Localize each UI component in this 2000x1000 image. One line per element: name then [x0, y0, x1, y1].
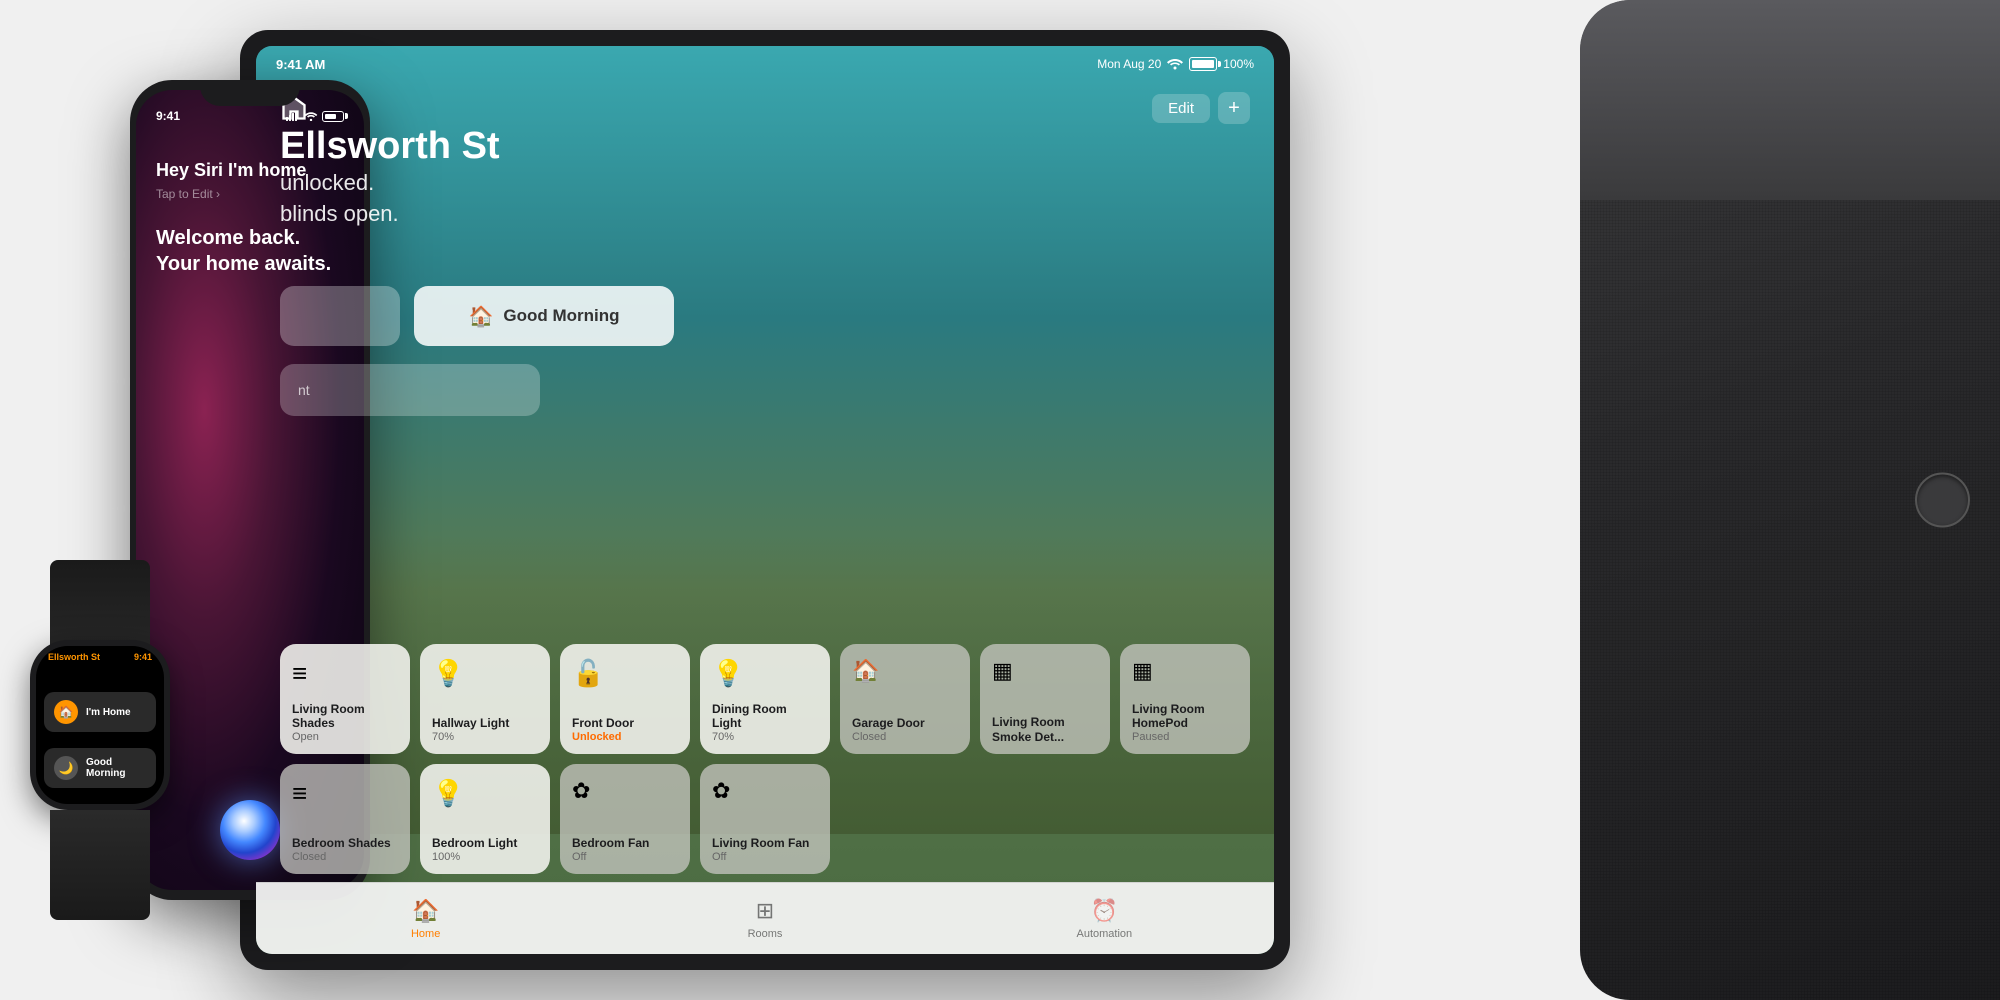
siri-orb: [220, 800, 280, 860]
battery-icon: [1189, 57, 1217, 71]
ipad-time: 9:41 AM: [276, 57, 325, 72]
ipad-tabbar: 🏠 Home ⊞ Rooms ⏰ Automation: [256, 882, 1274, 954]
ipad-statusbar: 9:41 AM Mon Aug 20 100%: [256, 46, 1274, 82]
tile-homepod[interactable]: ▦ Living Room HomePod Paused: [1120, 644, 1250, 754]
tab-automation[interactable]: ⏰ Automation: [935, 898, 1274, 940]
tile-dining-room-light[interactable]: 💡 Dining Room Light 70%: [700, 644, 830, 754]
homepod-tile-icon: ▦: [1132, 658, 1238, 684]
tab-rooms-label: Rooms: [748, 928, 783, 940]
scene-label: Good Morning: [503, 306, 619, 326]
watch-statusbar: Ellsworth St 9:41: [36, 652, 164, 662]
ipad-date: Mon Aug 20: [1097, 57, 1161, 71]
tile-smoke-det[interactable]: ▦ Living Room Smoke Det...: [980, 644, 1110, 754]
watch-card-home[interactable]: 🏠 I'm Home: [44, 692, 156, 732]
tile-name-bedroom-fan: Bedroom Fan Off: [572, 836, 678, 864]
tile-living-room-shades[interactable]: ≡ Living Room Shades Open: [280, 644, 410, 754]
tile-hallway-light[interactable]: 💡 Hallway Light 70%: [420, 644, 550, 754]
watch-morning-icon: 🌙: [54, 756, 78, 780]
tile-name-garage: Garage Door Closed: [852, 716, 958, 744]
tile-bedroom-light[interactable]: 💡 Bedroom Light 100%: [420, 764, 550, 874]
bedroom-light-icon: 💡: [432, 778, 538, 809]
siri-tap-label[interactable]: Tap to Edit ›: [156, 187, 344, 201]
iphone-time: 9:41: [156, 109, 180, 123]
add-button[interactable]: +: [1218, 92, 1250, 124]
tile-bedroom-shades[interactable]: ≡ Bedroom Shades Closed: [280, 764, 410, 874]
hallway-light-icon: 💡: [432, 658, 538, 689]
tab-automation-icon: ⏰: [1091, 898, 1118, 924]
battery-pct: 100%: [1223, 57, 1254, 71]
tab-automation-label: Automation: [1076, 928, 1132, 940]
tab-home[interactable]: 🏠 Home: [256, 898, 595, 940]
siri-query: Hey Siri I'm home: [156, 160, 344, 181]
tab-home-icon: 🏠: [412, 898, 439, 924]
tile-garage-door[interactable]: 🏠 Garage Door Closed: [840, 644, 970, 754]
watch-time: 9:41: [134, 652, 152, 662]
watch-card2-label: Good Morning: [86, 757, 146, 779]
bedroom-shades-icon: ≡: [292, 778, 398, 809]
watch-card1-label: I'm Home: [86, 707, 131, 718]
ipad-scenes-row: 🏠 Good Morning: [280, 286, 1250, 346]
tab-rooms[interactable]: ⊞ Rooms: [595, 898, 934, 940]
ipad-statusbar-right: Mon Aug 20 100%: [1097, 57, 1254, 71]
tile-empty-3: [1120, 764, 1250, 874]
scene-home-icon: 🏠: [468, 304, 493, 329]
scene-container: 9:41 AM Mon Aug 20 100%: [0, 0, 2000, 1000]
watch-card-morning[interactable]: 🌙 Good Morning: [44, 748, 156, 788]
tile-name-bedroom-shades: Bedroom Shades Closed: [292, 836, 398, 864]
edit-button[interactable]: Edit: [1152, 94, 1210, 123]
living-room-fan-icon: ✿: [712, 778, 818, 804]
tab-rooms-icon: ⊞: [756, 898, 774, 924]
garage-icon: 🏠: [852, 658, 958, 684]
tile-name-homepod: Living Room HomePod Paused: [1132, 702, 1238, 744]
wifi-icon: [1167, 58, 1183, 70]
scene2-label: nt: [298, 382, 310, 398]
tab-home-label: Home: [411, 928, 440, 940]
tile-name-dining: Dining Room Light 70%: [712, 702, 818, 744]
iphone-siri-area: Hey Siri I'm home Tap to Edit › Welcome …: [136, 140, 364, 297]
tile-name-smoke: Living Room Smoke Det...: [992, 715, 1098, 744]
homepod-top: [1580, 0, 2000, 200]
iphone-notch: [200, 80, 300, 106]
watch-band-bottom: [50, 810, 150, 920]
tile-front-door[interactable]: 🔓 Front Door Unlocked: [560, 644, 690, 754]
iphone-status-icons: [286, 111, 344, 122]
iphone-battery-icon: [322, 111, 344, 122]
iphone-statusbar: 9:41: [136, 104, 364, 128]
siri-response: Welcome back. Your home awaits.: [156, 225, 344, 277]
ipad-tiles-grid: ≡ Living Room Shades Open 💡 Hallway Ligh…: [280, 644, 1250, 874]
battery-fill: [1192, 60, 1214, 68]
iphone-wifi-icon: [304, 111, 318, 121]
iphone-battery-fill: [325, 114, 336, 119]
shades-icon: ≡: [292, 658, 398, 689]
bedroom-fan-icon: ✿: [572, 778, 678, 804]
tile-name-bedroom-light: Bedroom Light 100%: [432, 836, 538, 864]
tile-name-hallway: Hallway Light 70%: [432, 716, 538, 744]
scene-button-good-morning[interactable]: 🏠 Good Morning: [414, 286, 674, 346]
ipad-screen: 9:41 AM Mon Aug 20 100%: [256, 46, 1274, 954]
homepod: [1580, 0, 2000, 1000]
tile-name-living-fan: Living Room Fan Off: [712, 836, 818, 864]
iphone-signal-icon: [286, 111, 300, 121]
tile-empty-2: [980, 764, 1110, 874]
ipad-scenes-row2: nt: [280, 364, 540, 416]
apple-watch: Ellsworth St 9:41 🏠 I'm Home 🌙 Good Morn…: [0, 560, 200, 920]
ipad-device: 9:41 AM Mon Aug 20 100%: [240, 30, 1290, 970]
tile-empty-1: [840, 764, 970, 874]
homepod-button[interactable]: [1915, 473, 1970, 528]
watch-home-icon: 🏠: [54, 700, 78, 724]
watch-screen: Ellsworth St 9:41 🏠 I'm Home 🌙 Good Morn…: [36, 646, 164, 804]
smoke-det-icon: ▦: [992, 658, 1098, 684]
tile-name-front-door: Front Door Unlocked: [572, 716, 678, 744]
tile-name-living-shades: Living Room Shades Open: [292, 702, 398, 744]
dining-light-icon: 💡: [712, 658, 818, 689]
tile-bedroom-fan[interactable]: ✿ Bedroom Fan Off: [560, 764, 690, 874]
ipad-header-controls: Edit +: [1152, 92, 1250, 124]
tile-living-room-fan[interactable]: ✿ Living Room Fan Off: [700, 764, 830, 874]
watch-location: Ellsworth St: [48, 652, 100, 662]
scene-button-2[interactable]: nt: [280, 364, 540, 416]
front-door-icon: 🔓: [572, 658, 678, 689]
watch-case: Ellsworth St 9:41 🏠 I'm Home 🌙 Good Morn…: [30, 640, 170, 810]
